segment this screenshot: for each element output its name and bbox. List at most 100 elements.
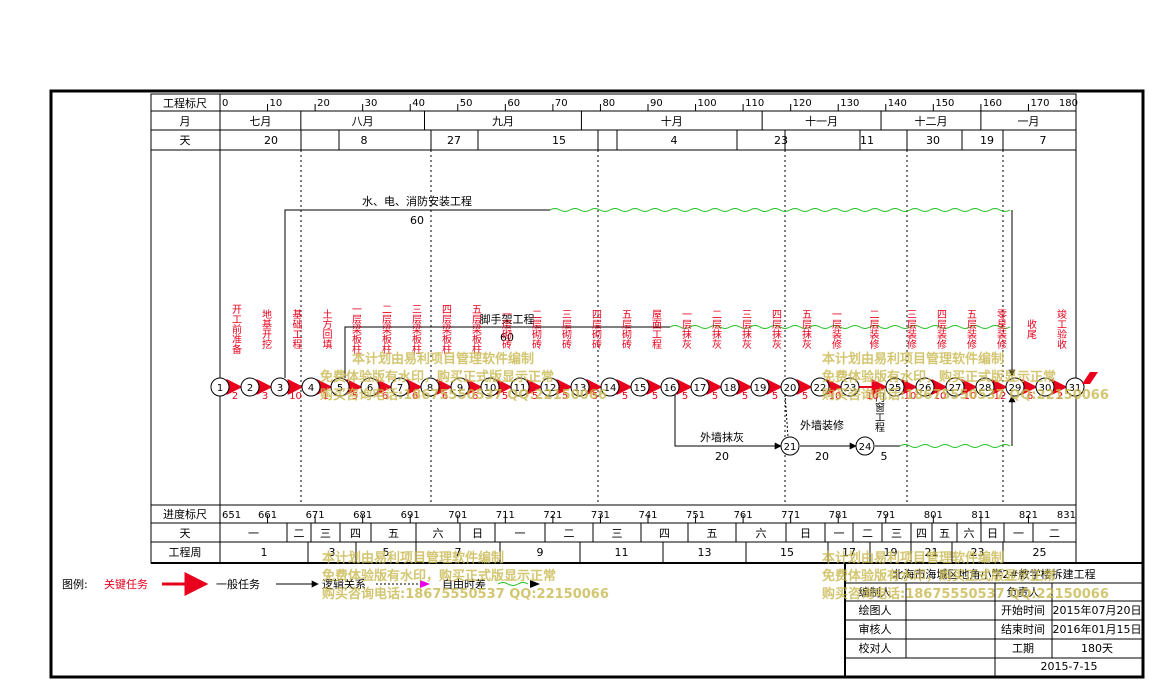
task-name: 开工前准备 — [230, 304, 242, 355]
progress-tick-label: 651 — [222, 510, 241, 521]
weekday-cell: 三 — [612, 527, 623, 540]
week-cell: 25 — [1033, 546, 1047, 559]
task-name: 二层装修 — [867, 309, 879, 350]
progress-label: 进度标尺 — [163, 507, 207, 521]
weekday-cell: 日 — [987, 527, 998, 540]
progress-tick-label: 691 — [401, 510, 420, 521]
month-cell: 八月 — [352, 115, 374, 128]
weekday-cell: 二 — [294, 527, 305, 540]
weekday-cell: 二 — [1049, 527, 1060, 540]
plan-date: 2015-7-15 — [1041, 660, 1098, 673]
scale-tick-label: 90 — [650, 98, 663, 109]
week-cell: 13 — [698, 546, 712, 559]
network-schedule-chart: 工程标尺 月 天 进度标尺 天 工程周 0 10 20 30 40 50 60 70 80 90 1… — [49, 89, 1145, 679]
task-name: 零星装修 — [995, 309, 1007, 350]
node-21-label: 21 — [784, 442, 797, 453]
weekday-cell: 六 — [964, 527, 975, 540]
watermark-line: 免费体验版有水印，购买正式版显示正常 — [822, 369, 1056, 385]
ext-plaster-duration: 20 — [715, 450, 729, 463]
node-label: 16 — [664, 383, 677, 394]
node-label: 19 — [754, 383, 767, 394]
weekday-cell: 一 — [1013, 527, 1024, 540]
task-duration: 5 — [802, 391, 808, 402]
month-cell: 十月 — [661, 114, 683, 128]
weekday-label: 天 — [180, 527, 191, 540]
node-label: 1 — [217, 383, 223, 394]
month-cell: 七月 — [249, 115, 271, 128]
day-cell: 19 — [980, 134, 994, 147]
task-duration: 10 — [289, 391, 302, 402]
task-name: 一层砌砖 — [500, 309, 512, 350]
week-label: 工程周 — [169, 546, 202, 559]
watermark-line: 本计划由易利项目管理软件编制 — [322, 550, 504, 566]
progress-tick-label: 771 — [781, 510, 800, 521]
task-name: 五层装修 — [965, 309, 977, 350]
month-cell: 十一月 — [805, 114, 838, 128]
task-name: 二层砌砖 — [530, 309, 542, 350]
watermark-line: 购买咨询电话:18675550537 QQ:22150066 — [322, 586, 609, 602]
progress-tick-label: 681 — [353, 510, 372, 521]
task-name: 五层抹灰 — [800, 309, 812, 350]
day-label: 天 — [180, 134, 191, 147]
weekday-cell: 二 — [564, 527, 575, 540]
watermark-line: 购买咨询电话:18675550537 QQ:22150066 — [320, 387, 607, 403]
node-24-label: 24 — [859, 442, 872, 453]
progress-tick-label: 721 — [543, 510, 562, 521]
task-duration: 5 — [682, 391, 688, 402]
scale-tick-label: 10 — [270, 98, 283, 109]
weekday-cell: 日 — [800, 527, 811, 540]
weekday-cell: 三 — [891, 527, 902, 540]
watermark-line: 购买咨询电话:18675550537 QQ:22150066 — [822, 387, 1109, 403]
weekday-cell: 日 — [472, 527, 483, 540]
watermark-group: 本计划由易利项目管理软件编制 免费体验版有水印，购买正式版显示正常 购买咨询电话… — [320, 351, 1109, 602]
scale-tick-label: 150 — [935, 98, 954, 109]
day-cell: 30 — [926, 134, 940, 147]
task-duration: 5 — [652, 391, 658, 402]
node-label: 4 — [308, 383, 314, 394]
legend-title: 图例: — [62, 577, 88, 591]
task-name: 三层装修 — [905, 309, 917, 350]
task-name: 一层抹灰 — [680, 309, 692, 350]
weekday-cell: 五 — [707, 527, 718, 540]
task-name: 地基开挖 — [260, 308, 272, 349]
progress-tick-label: 831 — [1057, 510, 1076, 521]
day-row: 20 8 27 15 4 23 11 30 19 7 — [264, 130, 1047, 150]
end-flag-icon — [1082, 372, 1098, 384]
progress-tick-label: 801 — [924, 510, 943, 521]
network: 水、电、消防安装工程 60 脚手架工程 60 外墙抹灰 20 外墙装修 20 门… — [210, 194, 1098, 463]
scale-tick-label: 70 — [555, 98, 568, 109]
task-name: 土方回填 — [320, 308, 332, 350]
utilities-float — [549, 208, 1011, 212]
watermark-line: 免费体验版有水印，购买正式版显示正常 — [322, 568, 556, 584]
end-value: 2016年01月15日 — [1053, 622, 1142, 636]
watermark-line: 免费体验版有水印，购买正式版显示正常 — [320, 369, 554, 385]
scale-tick-label: 110 — [745, 98, 764, 109]
month-cell: 九月 — [492, 115, 514, 128]
progress-tick-label: 751 — [686, 510, 705, 521]
reviewer-label: 审核人 — [859, 622, 892, 636]
doors-duration: 5 — [881, 450, 888, 463]
day-cell: 27 — [447, 134, 461, 147]
watermark-line: 购买咨询电话:18675550537 QQ:22150066 — [822, 586, 1109, 602]
task-name: 一层梁板柱 — [350, 304, 362, 355]
progress-tick-label: 741 — [638, 510, 657, 521]
progress-tick-label: 821 — [1019, 510, 1038, 521]
ext-decor-name: 外墙装修 — [800, 418, 844, 432]
task-name: 四层抹灰 — [770, 309, 782, 350]
scale-tick-label: 130 — [840, 98, 859, 109]
task-duration: 2 — [232, 391, 238, 402]
task-name: 四层装修 — [935, 309, 947, 350]
week-cell: 11 — [615, 546, 629, 559]
task-name: 二层抹灰 — [710, 309, 722, 350]
scale-tick-label: 20 — [317, 98, 330, 109]
task-duration: 5 — [742, 391, 748, 402]
task-name: 三层梁板柱 — [410, 304, 422, 355]
weekday-cell: 六 — [433, 527, 444, 540]
scale-tick-label: 80 — [602, 98, 615, 109]
progress-tick-label: 731 — [591, 510, 610, 521]
scale-tick-label: 0 — [222, 98, 228, 109]
proofreader-label: 校对人 — [859, 641, 892, 655]
scale-label: 工程标尺 — [163, 96, 207, 110]
duration-label: 工期 — [1012, 642, 1034, 655]
watermark-line: 免费体验版有水印，购买正式版显示正常 — [822, 568, 1056, 584]
